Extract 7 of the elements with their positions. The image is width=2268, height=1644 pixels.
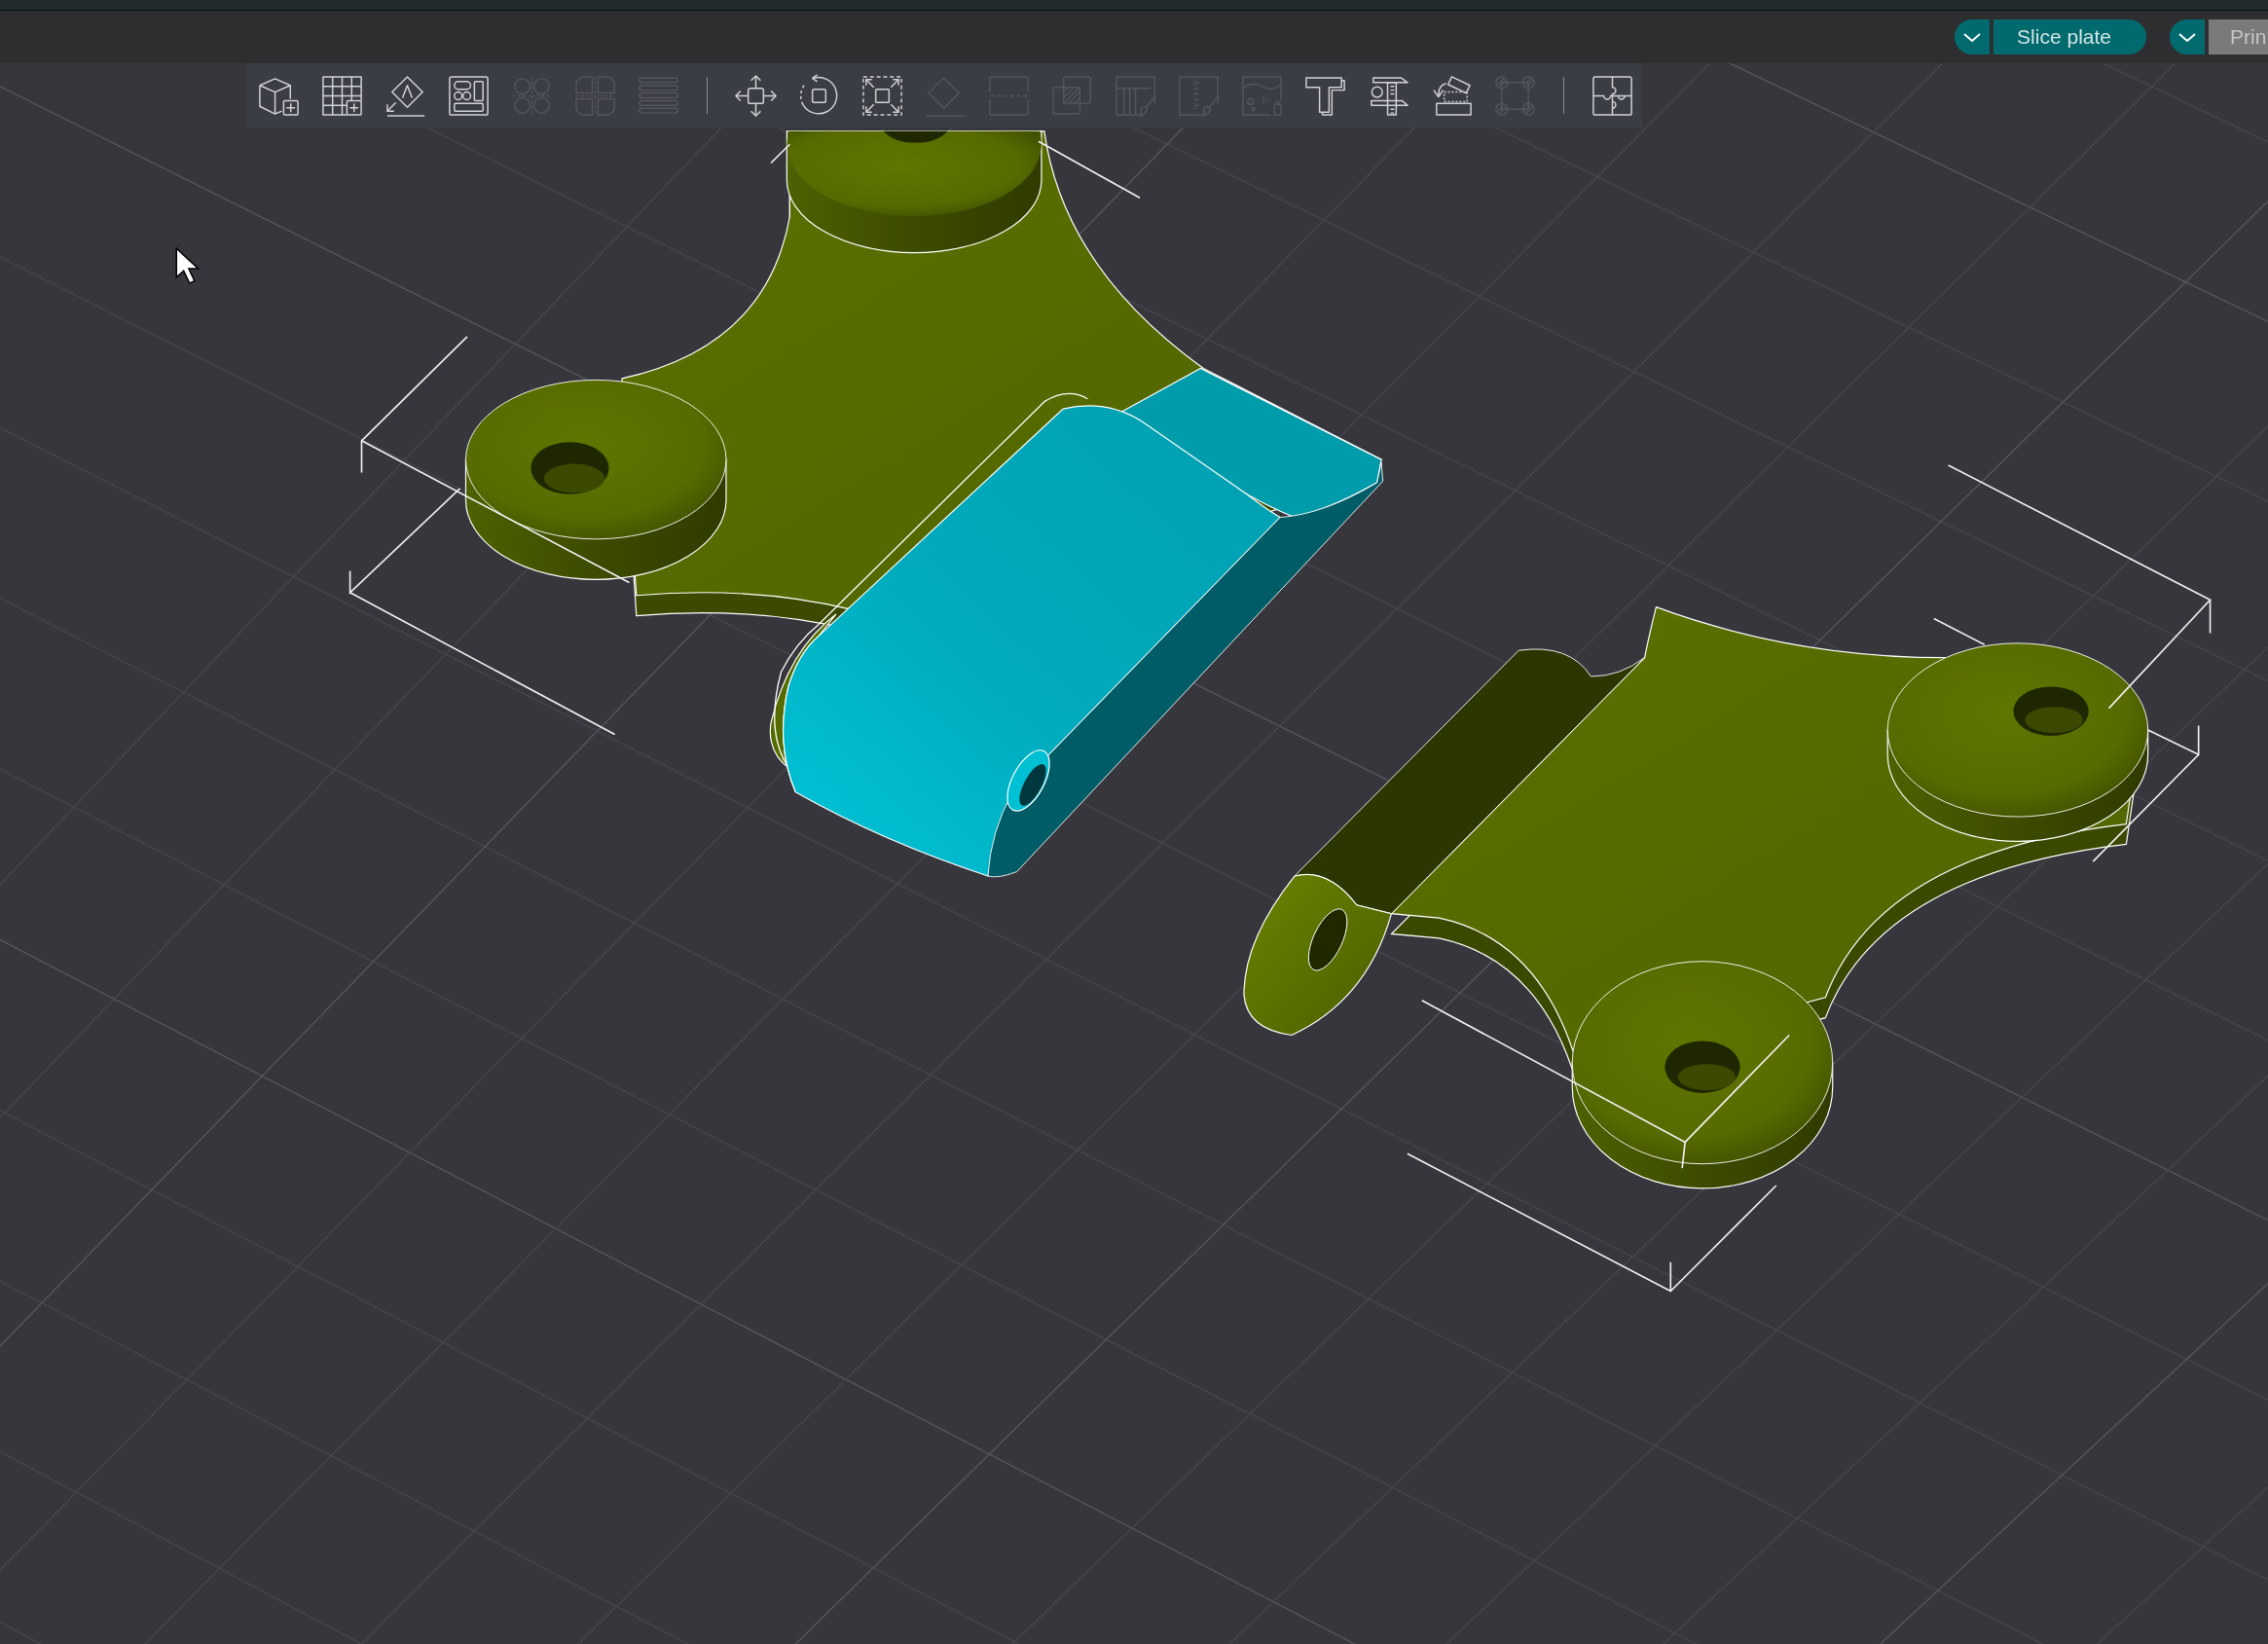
move-arrows-icon[interactable] [733, 72, 779, 119]
dropdown-button[interactable] [1955, 19, 1991, 55]
dropdown-button[interactable] [2170, 19, 2205, 55]
chevron-down-icon [1963, 32, 1982, 42]
chevron-down-icon [2178, 32, 2196, 42]
slice-button[interactable]: Slice plate [1994, 19, 2146, 55]
mouse-pointer-icon [175, 246, 201, 284]
